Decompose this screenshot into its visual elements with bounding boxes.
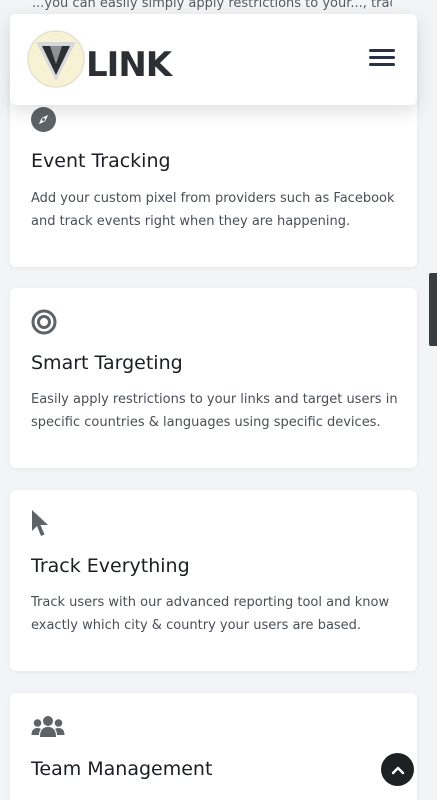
hamburger-menu-icon[interactable] <box>369 48 395 68</box>
chevron-up-icon <box>391 766 404 774</box>
feature-description: Easily apply restrictions to your links … <box>31 392 398 430</box>
feature-card-smart-targeting: Smart Targeting Easily apply restriction… <box>10 288 417 468</box>
previous-section-text: ...you can easily simply apply restricti… <box>32 0 392 11</box>
compass-icon <box>31 107 56 136</box>
feature-title: Team Management <box>31 758 213 780</box>
scrollbar-thumb[interactable] <box>429 273 437 346</box>
page: ...you can easily simply apply restricti… <box>0 0 437 800</box>
back-to-top-button[interactable] <box>381 753 414 786</box>
feature-card-team-management: Team Management <box>10 693 417 800</box>
logo-emblem-icon <box>27 30 85 88</box>
users-icon <box>31 715 65 743</box>
feature-description: Add your custom pixel from providers suc… <box>31 191 395 229</box>
feature-description: Track users with our advanced reporting … <box>31 595 390 633</box>
target-icon <box>31 309 57 339</box>
site-header: LINK <box>10 14 417 105</box>
feature-title: Smart Targeting <box>31 352 183 374</box>
feature-card-track-everything: Track Everything Track users with our ad… <box>10 490 417 671</box>
mouse-pointer-icon <box>31 509 49 541</box>
feature-title: Event Tracking <box>31 150 171 172</box>
feature-title: Track Everything <box>31 555 190 577</box>
site-logo[interactable]: LINK <box>26 29 172 89</box>
logo-wordmark: LINK <box>86 45 172 85</box>
